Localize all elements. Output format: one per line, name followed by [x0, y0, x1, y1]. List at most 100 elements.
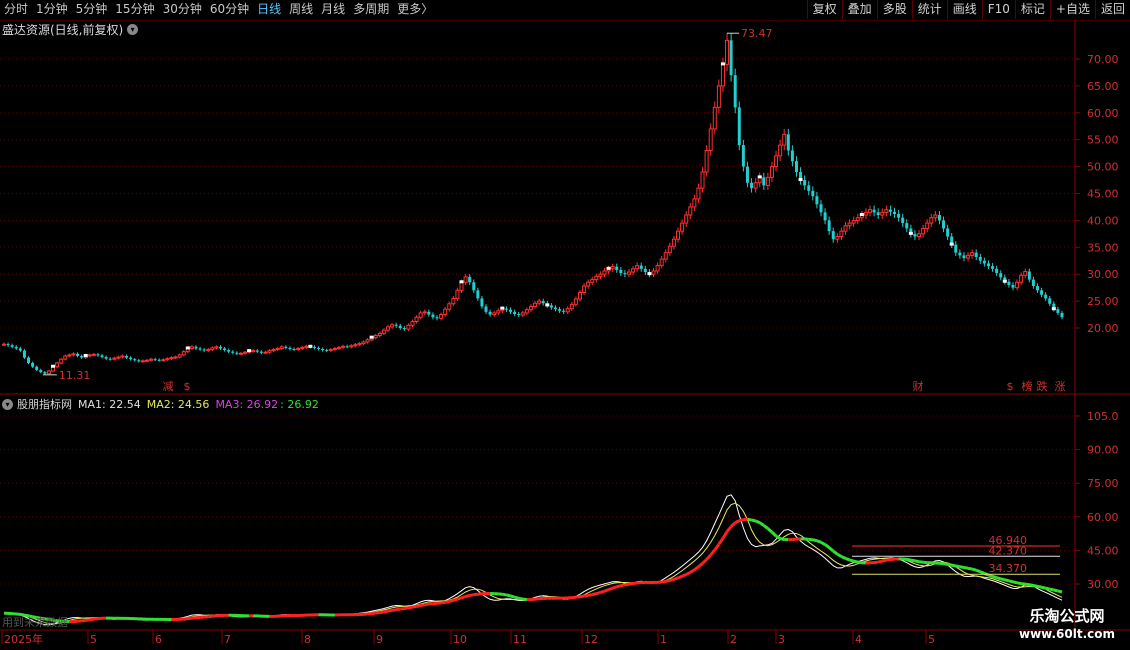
- candle-body: [153, 359, 157, 361]
- candle-body: [140, 360, 145, 363]
- indicator-name[interactable]: 股朋指标网: [17, 396, 72, 412]
- candle-body: [165, 358, 170, 361]
- candle-body: [468, 276, 472, 283]
- ma3-segment: [591, 592, 597, 597]
- candle-body: [786, 134, 790, 151]
- candle-body: [847, 222, 852, 227]
- candle-body: [553, 307, 557, 310]
- candle-body: [161, 359, 166, 362]
- ma3-segment: [844, 557, 851, 562]
- candle-body: [509, 309, 513, 312]
- ma3-segment: [506, 593, 511, 598]
- candle-body: [198, 348, 202, 350]
- candle-body: [267, 350, 272, 353]
- candle-body: [676, 230, 681, 240]
- ma3-segment: [779, 537, 785, 541]
- highlight-mark: [798, 178, 803, 182]
- candle-body: [937, 215, 941, 221]
- date-label: 4: [855, 633, 862, 646]
- ma3-segment: [762, 524, 769, 530]
- candle-body: [402, 328, 406, 330]
- ma3-segment: [1020, 582, 1026, 586]
- candle-body: [27, 357, 31, 363]
- candle-body: [349, 345, 354, 348]
- level-label: 34.370: [989, 562, 1028, 575]
- ma3-segment: [371, 611, 376, 616]
- candle-body: [753, 182, 758, 189]
- candle-body: [513, 311, 517, 315]
- ma3-segment: [518, 596, 524, 601]
- highlight-mark: [1051, 307, 1056, 311]
- candle-body: [279, 346, 284, 349]
- candle-body: [639, 265, 643, 269]
- candle-body: [46, 370, 51, 375]
- ma3-segment: [1053, 588, 1059, 593]
- candle-body: [933, 214, 938, 219]
- ma3-segment: [709, 548, 716, 556]
- candle-body: [137, 360, 141, 362]
- ma3-segment: [620, 583, 626, 588]
- candle-body: [921, 227, 926, 235]
- candle-body: [1015, 281, 1020, 289]
- candle-body: [855, 217, 860, 221]
- candle-body: [667, 245, 672, 254]
- watermark-url: www.60lt.com: [1018, 627, 1116, 641]
- ma3-segment: [951, 563, 957, 568]
- candle-body: [807, 185, 811, 191]
- ma3-segment: [1008, 579, 1014, 584]
- candle-body: [202, 349, 206, 351]
- candle-body: [6, 344, 10, 346]
- candle-body: [893, 211, 897, 214]
- ma3-segment: [583, 593, 589, 598]
- date-label: 2025年: [4, 632, 43, 646]
- highlight-mark: [83, 353, 88, 357]
- candle-body: [292, 348, 296, 350]
- candle-body: [173, 356, 178, 359]
- ma3-segment: [906, 557, 912, 562]
- candle-body: [235, 352, 239, 354]
- candle-body: [129, 357, 133, 360]
- candle-body: [353, 344, 358, 347]
- candle-body: [398, 325, 402, 328]
- ma3-segment: [416, 604, 421, 608]
- price-tick-label: 45.00: [1087, 188, 1119, 201]
- date-label: 5: [90, 633, 97, 646]
- candle-body: [524, 309, 529, 314]
- highlight-mark: [185, 346, 190, 350]
- ma3-segment: [939, 561, 944, 566]
- ma3-segment: [770, 531, 778, 538]
- candle-body: [87, 354, 92, 357]
- ma3-segment: [705, 553, 712, 561]
- price-tick-label: 30.00: [1087, 268, 1119, 281]
- ma3-segment: [612, 585, 618, 590]
- ma3-segment: [955, 564, 961, 569]
- ma3-segment: [1049, 587, 1055, 592]
- candle-body: [537, 300, 542, 304]
- ma3-segment: [775, 534, 781, 540]
- candle-body: [431, 314, 435, 318]
- ma3-segment: [873, 560, 879, 565]
- candle-body: [157, 359, 161, 361]
- highlight-mark: [949, 242, 954, 246]
- candle-body: [1027, 271, 1031, 280]
- candle-body: [839, 230, 844, 238]
- candle-body: [484, 306, 488, 312]
- stock-title[interactable]: 盛达资源(日线,前复权): [2, 21, 123, 38]
- candle-body: [2, 343, 6, 346]
- indicator-dropdown-icon[interactable]: ▾: [2, 398, 13, 410]
- ma1-label: MA1: 22.54: [78, 397, 141, 411]
- ma3-segment: [1033, 584, 1038, 588]
- candle-body: [684, 214, 689, 224]
- candle-body: [504, 308, 508, 310]
- ma3-segment: [85, 618, 91, 622]
- candle-body: [803, 180, 807, 186]
- candle-body: [942, 220, 946, 229]
- indicator-tick-label: 90.00: [1087, 444, 1119, 457]
- stock-chart[interactable]: 70.00 65.00 60.00 55.00 50.00 45.00 40.00 35.00…: [0, 0, 1130, 650]
- highlight-mark: [1002, 279, 1007, 283]
- ma3-segment: [412, 604, 417, 609]
- candle-body: [562, 310, 566, 312]
- dropdown-icon[interactable]: ▾: [127, 23, 139, 35]
- candle-body: [831, 231, 835, 240]
- ma3-segment: [725, 525, 733, 533]
